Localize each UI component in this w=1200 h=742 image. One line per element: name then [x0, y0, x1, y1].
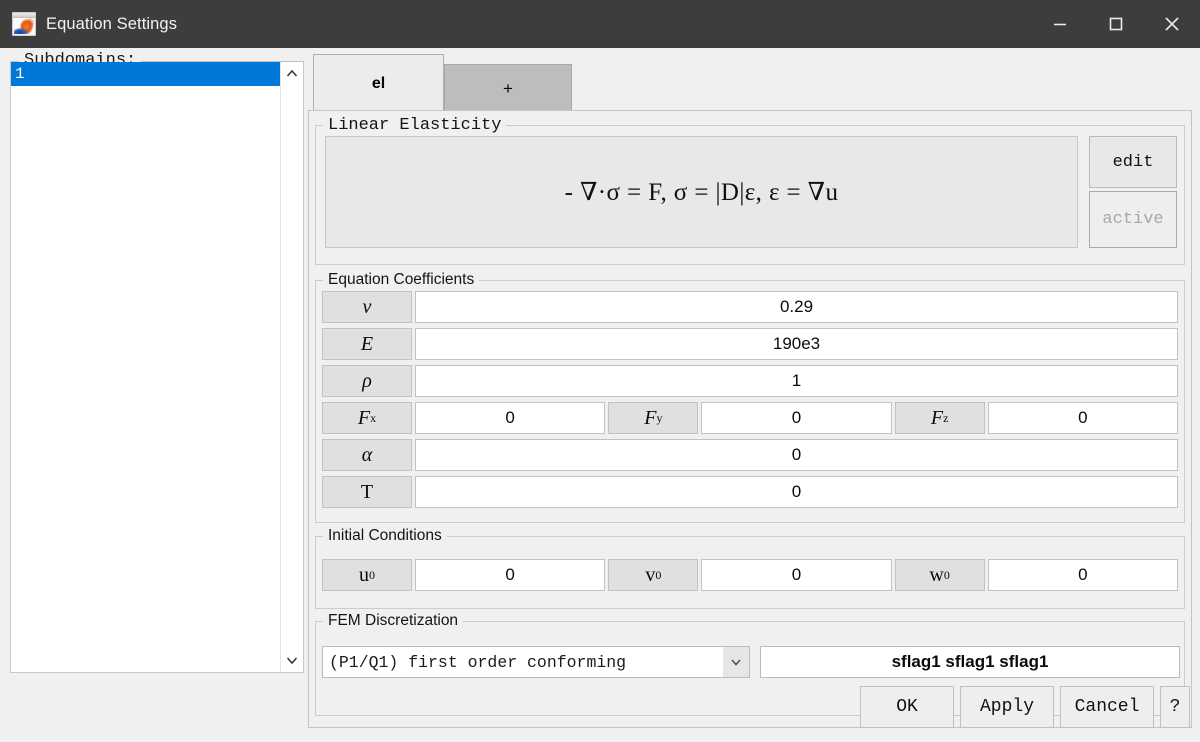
apply-button[interactable]: Apply [960, 686, 1054, 728]
label-t: T [322, 476, 412, 508]
edit-button[interactable]: edit [1089, 136, 1177, 188]
label-u0: u0 [322, 559, 412, 591]
field-fy[interactable]: 0 [701, 402, 892, 434]
title-bar: Equation Settings [0, 0, 1200, 48]
label-alpha: α [322, 439, 412, 471]
tab-add[interactable]: + [444, 64, 572, 112]
subdomains-scrollbar[interactable] [280, 62, 303, 672]
field-rho[interactable]: 1 [415, 365, 1178, 397]
field-t[interactable]: 0 [415, 476, 1178, 508]
label-v0: v0 [608, 559, 699, 591]
tab-strip: el + [313, 54, 572, 112]
window-controls [1032, 0, 1200, 48]
label-fx: Fx [322, 402, 412, 434]
field-e[interactable]: 190e3 [415, 328, 1178, 360]
initial-conditions-legend: Initial Conditions [323, 527, 447, 545]
equation-panel: Linear Elasticity - ∇·σ = F, σ = |D|ε, ε… [308, 110, 1192, 728]
fem-order-value: (P1/Q1) first order conforming [329, 652, 627, 672]
matlab-membrane-icon [12, 12, 36, 36]
equation-text: - ∇·σ = F, σ = |D|ε, ε = ∇u [564, 179, 839, 206]
dialog-body: Subdomains: 1 el + Linear Elasticity - ∇… [0, 48, 1200, 742]
fem-order-select[interactable]: (P1/Q1) first order conforming [322, 646, 750, 678]
field-nu[interactable]: 0.29 [415, 291, 1178, 323]
coefficient-row-e: E 190e3 [322, 328, 1178, 360]
dialog-button-bar: OK Apply Cancel ? [854, 686, 1190, 728]
coefficient-row-rho: ρ 1 [322, 365, 1178, 397]
help-button[interactable]: ? [1160, 686, 1190, 728]
field-fx[interactable]: 0 [415, 402, 606, 434]
minimize-icon[interactable] [1032, 0, 1088, 48]
window-title: Equation Settings [46, 14, 178, 33]
list-item[interactable]: 1 [11, 62, 281, 86]
linear-elasticity-group: Linear Elasticity - ∇·σ = F, σ = |D|ε, ε… [315, 116, 1185, 265]
subdomains-listbox[interactable]: 1 [11, 62, 303, 672]
close-icon[interactable] [1144, 0, 1200, 48]
label-e: E [322, 328, 412, 360]
coefficient-row-t: T 0 [322, 476, 1178, 508]
maximize-icon[interactable] [1088, 0, 1144, 48]
coefficient-row-alpha: α 0 [322, 439, 1178, 471]
fem-flags-input[interactable]: sflag1 sflag1 sflag1 [760, 646, 1180, 678]
coefficient-row-force: Fx 0 Fy 0 Fz 0 [322, 402, 1178, 434]
initial-conditions-row: u0 0 v0 0 w0 0 [322, 559, 1178, 591]
coefficient-row-nu: ν 0.29 [322, 291, 1178, 323]
field-u0[interactable]: 0 [415, 559, 606, 591]
chevron-up-icon[interactable] [281, 62, 303, 86]
field-fz[interactable]: 0 [987, 402, 1178, 434]
subdomains-group: Subdomains: 1 [10, 51, 304, 673]
chevron-down-icon[interactable] [281, 648, 303, 672]
chevron-down-icon[interactable] [723, 647, 749, 677]
subdomains-list: 1 [11, 62, 281, 86]
initial-conditions-group: Initial Conditions u0 0 v0 0 w0 0 [315, 527, 1185, 609]
active-button[interactable]: active [1089, 191, 1177, 248]
equation-coefficients-legend: Equation Coefficients [323, 271, 480, 289]
linear-elasticity-legend: Linear Elasticity [323, 116, 507, 135]
field-alpha[interactable]: 0 [415, 439, 1178, 471]
cancel-button[interactable]: Cancel [1060, 686, 1154, 728]
label-fy: Fy [608, 402, 699, 434]
label-w0: w0 [894, 559, 985, 591]
field-v0[interactable]: 0 [701, 559, 892, 591]
fem-discretization-legend: FEM Discretization [323, 612, 464, 630]
equation-settings-window: Equation Settings Subdomains: 1 el + Lin… [0, 0, 1200, 742]
field-w0[interactable]: 0 [987, 559, 1178, 591]
label-fz: Fz [894, 402, 985, 434]
tab-el[interactable]: el [313, 54, 444, 112]
label-nu: ν [322, 291, 412, 323]
equation-display: - ∇·σ = F, σ = |D|ε, ε = ∇u [325, 136, 1078, 248]
label-rho: ρ [322, 365, 412, 397]
ok-button[interactable]: OK [860, 686, 954, 728]
equation-coefficients-group: Equation Coefficients ν 0.29 E 190e3 ρ 1 [315, 271, 1185, 523]
